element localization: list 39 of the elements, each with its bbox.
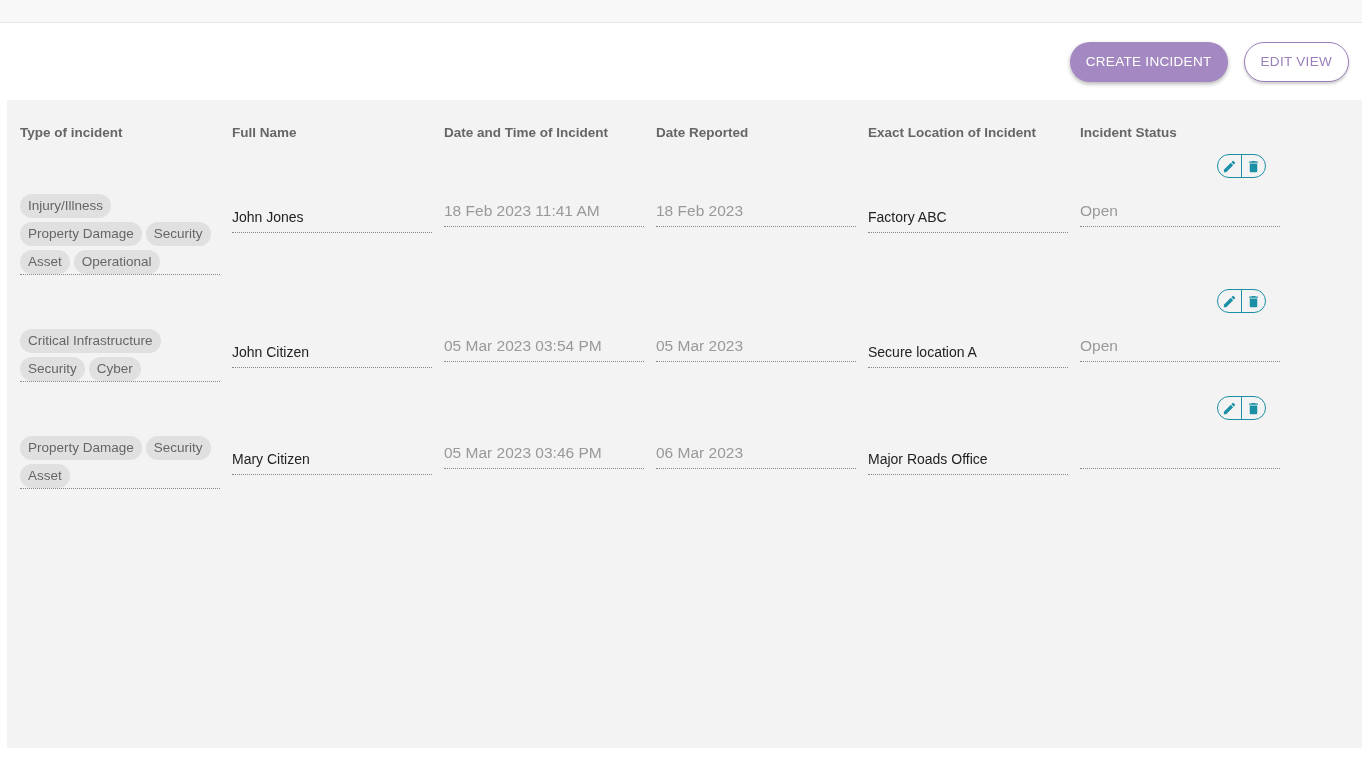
- table-cell: 18 Feb 2023: [656, 196, 856, 227]
- pencil-icon: [1222, 158, 1237, 174]
- tag: Asset: [20, 250, 70, 274]
- column-header: Exact Location of Incident: [868, 125, 1038, 140]
- table-cell: 05 Mar 2023: [656, 331, 856, 362]
- table-cell: 06 Mar 2023: [656, 438, 856, 469]
- table-cell: 05 Mar 2023 03:46 PM: [444, 438, 644, 469]
- table-cell: 18 Feb 2023 11:41 AM: [444, 196, 644, 227]
- pencil-icon: [1222, 400, 1237, 416]
- trash-icon: [1246, 400, 1261, 416]
- tag: Property Damage: [20, 436, 142, 460]
- create-button[interactable]: CREATE INCIDENT: [1069, 41, 1228, 82]
- column-header: Date and Time of Incident: [444, 125, 610, 140]
- tag: Cyber: [88, 357, 141, 381]
- table-cell: John Citizen: [232, 335, 432, 368]
- pencil-icon: [1222, 293, 1237, 309]
- trash-icon: [1246, 293, 1261, 309]
- trash-icon: [1246, 158, 1261, 174]
- tag: Security: [145, 436, 211, 460]
- table-cell: John Jones: [232, 200, 432, 233]
- table-cell: Factory ABC: [868, 200, 1068, 233]
- table-cell: 05 Mar 2023 03:54 PM: [444, 331, 644, 362]
- table-cell: Open: [1080, 331, 1280, 362]
- column-header: Full Name: [232, 125, 298, 140]
- table-cell: Secure location A: [868, 335, 1068, 368]
- table-cell: Major Roads Office: [868, 442, 1068, 475]
- tag: Property Damage: [20, 222, 142, 246]
- edit-view-button[interactable]: EDIT VIEW: [1243, 41, 1349, 82]
- tag: Security: [20, 357, 85, 381]
- tag: Critical Infrastructure: [20, 329, 161, 353]
- column-header: Type of incident: [20, 125, 124, 140]
- table-cell: Open: [1080, 196, 1280, 227]
- tag: Operational: [73, 250, 160, 274]
- tag: Asset: [20, 464, 70, 488]
- column-header: Date Reported: [656, 125, 750, 140]
- tag: Security: [145, 222, 211, 246]
- column-header: Incident Status: [1080, 125, 1178, 140]
- table-cell: Mary Citizen: [232, 442, 432, 475]
- tag: Injury/Illness: [20, 194, 112, 218]
